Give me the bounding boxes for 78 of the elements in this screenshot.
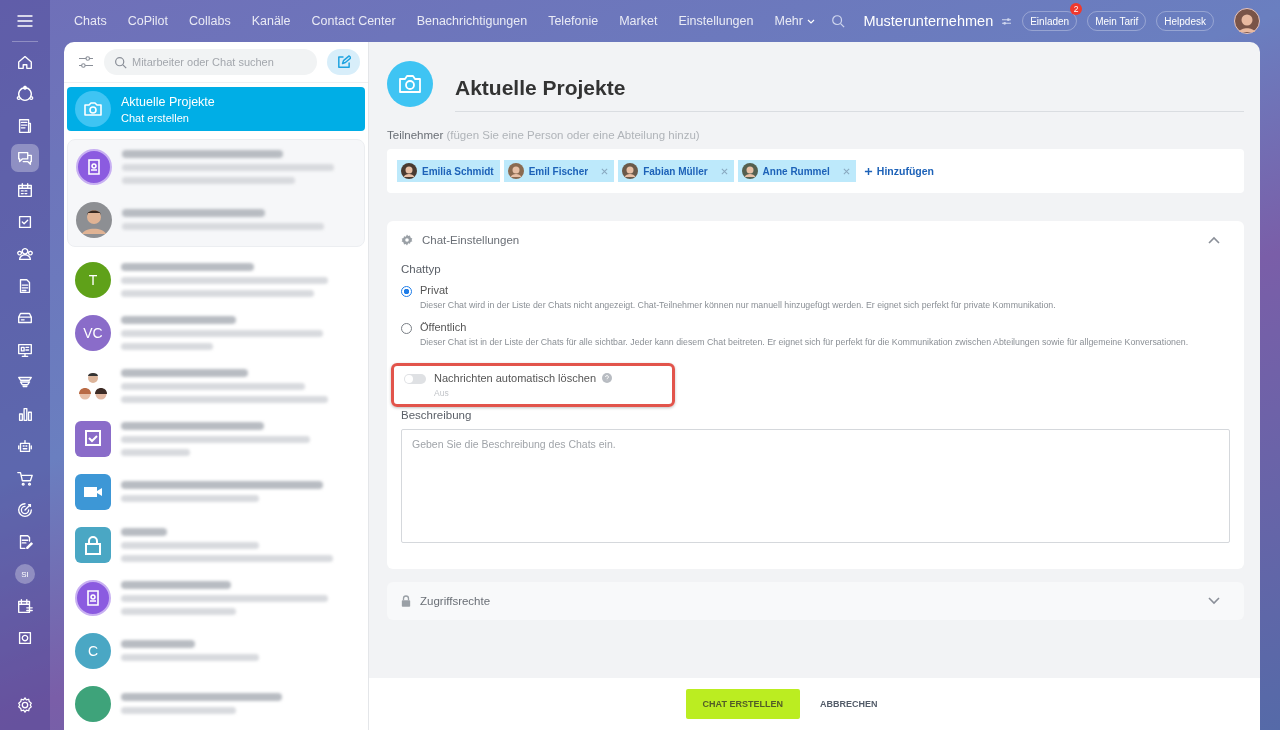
option-label: Privat	[420, 284, 450, 296]
toggle-switch[interactable]	[404, 373, 426, 384]
chat-list-item[interactable]: T	[67, 253, 365, 306]
participant-chip[interactable]: Emil Fischer	[503, 160, 615, 182]
chat-list-item[interactable]: Aktuelle Projekte Chat erstellen	[67, 87, 365, 131]
settings-icon[interactable]	[16, 696, 34, 714]
chat-name-field[interactable]: Aktuelle Projekte	[455, 64, 1244, 112]
rail-item[interactable]	[11, 144, 39, 172]
sliders-icon[interactable]	[1001, 16, 1013, 26]
nav-link[interactable]: Benachrichtigungen	[416, 14, 528, 28]
section-header[interactable]: Zugriffsrechte	[387, 581, 1244, 620]
person-avatar	[507, 163, 524, 179]
people-icon	[16, 245, 34, 263]
description-field[interactable]: Geben Sie die Beschreibung des Chats ein.	[401, 428, 1230, 543]
initials-avatar: VC	[75, 314, 111, 351]
nav-link[interactable]: Market	[619, 14, 658, 28]
calendar-icon	[16, 181, 34, 199]
nav-link[interactable]: Telefonie	[548, 14, 599, 28]
compose-button[interactable]	[327, 49, 360, 76]
notification-badge: 2	[1070, 3, 1083, 15]
camera-icon	[75, 91, 111, 128]
search-icon[interactable]	[831, 14, 846, 28]
nav-link[interactable]: Chats	[74, 14, 107, 28]
nav-link[interactable]: Mehr	[774, 14, 815, 28]
option-description: Dieser Chat ist in der Liste der Chats für alle sichtbar. Jeder kann diesem Chat beitreten. Er eignet sich für perfekt für die Kommunikation zwischen Abteilungen sowie für allgemeine Konversationen.	[420, 336, 1189, 349]
nav-link[interactable]: Kanäle	[251, 14, 291, 28]
participants-label: Teilnehmer	[387, 129, 444, 141]
initials-avatar: C	[75, 632, 111, 669]
chevron-down-icon[interactable]	[1208, 596, 1220, 605]
chat-list-item[interactable]: VC	[67, 306, 365, 359]
add-participant-link[interactable]: Hinzufügen	[863, 165, 934, 177]
home-icon	[16, 53, 34, 71]
checkbox-icon	[16, 213, 34, 231]
participants-field[interactable]: Emilia Schmidt Emil Fischer Fabian Müller Anne Rummel Hinzufügen	[387, 149, 1244, 193]
newspaper-icon	[16, 117, 34, 135]
gear-icon	[401, 234, 413, 246]
option-label: Öffentlich	[420, 320, 468, 333]
participants-hint: (fügen Sie eine Person oder eine Abteilung hinzu)	[446, 129, 700, 141]
participant-chip[interactable]: Fabian Müller	[618, 160, 734, 182]
radio-button[interactable]	[401, 286, 412, 297]
user-avatar[interactable]	[1234, 8, 1260, 34]
cancel-button[interactable]: ABBRECHEN	[813, 698, 884, 710]
description-label: Beschreibung	[401, 408, 473, 421]
chevron-up-icon[interactable]	[1208, 236, 1220, 244]
person-avatar	[401, 163, 417, 179]
company-name[interactable]: Musterunternehmen	[863, 13, 994, 29]
person-avatar	[741, 163, 758, 179]
chat-list-item[interactable]: C	[67, 624, 365, 677]
circle-dots-icon	[16, 85, 34, 103]
nav-link[interactable]: Collabs	[188, 14, 231, 28]
filter-icon[interactable]	[78, 55, 94, 70]
nav-link[interactable]: CoPilot	[127, 14, 168, 28]
chat-icon	[16, 149, 34, 167]
toggle-label: Nachrichten automatisch löschen	[434, 371, 597, 384]
search-icon	[114, 56, 127, 70]
menu-icon[interactable]	[17, 15, 33, 27]
person-avatar	[76, 201, 112, 238]
chat-subtitle: Chat erstellen	[121, 111, 190, 124]
chat-type-label: Chattyp	[401, 263, 442, 275]
create-chat-button[interactable]: CHAT ERSTELLEN	[685, 689, 800, 719]
nav-link[interactable]: Einstellungen	[678, 14, 754, 28]
robot-icon	[16, 437, 34, 455]
bar-chart-icon	[16, 405, 34, 423]
plus-icon	[863, 166, 873, 176]
participant-chip[interactable]: Emilia Schmidt	[397, 160, 500, 182]
person-avatar	[622, 163, 639, 179]
participant-chip[interactable]: Anne Rummel	[737, 160, 856, 182]
search-field[interactable]: Mitarbeiter oder Chat suchen	[104, 49, 317, 76]
lock-icon	[401, 594, 411, 607]
initials-avatar: T	[75, 261, 111, 298]
nav-link[interactable]: Contact Center	[311, 14, 396, 28]
calendar-list-icon	[16, 597, 34, 615]
cart-icon	[16, 469, 34, 487]
section-header[interactable]: Chat-Einstellungen	[387, 221, 1244, 259]
chat-title: Aktuelle Projekte	[121, 94, 215, 109]
target-icon	[16, 501, 34, 519]
presentation-icon	[16, 341, 34, 359]
option-description: Dieser Chat wird in der Liste der Chats nicht angezeigt. Chat-Teilnehmer können nur manuell hinzugefügt werden. Er eignet sich perfekt für private Kommunikation.	[420, 300, 1056, 312]
